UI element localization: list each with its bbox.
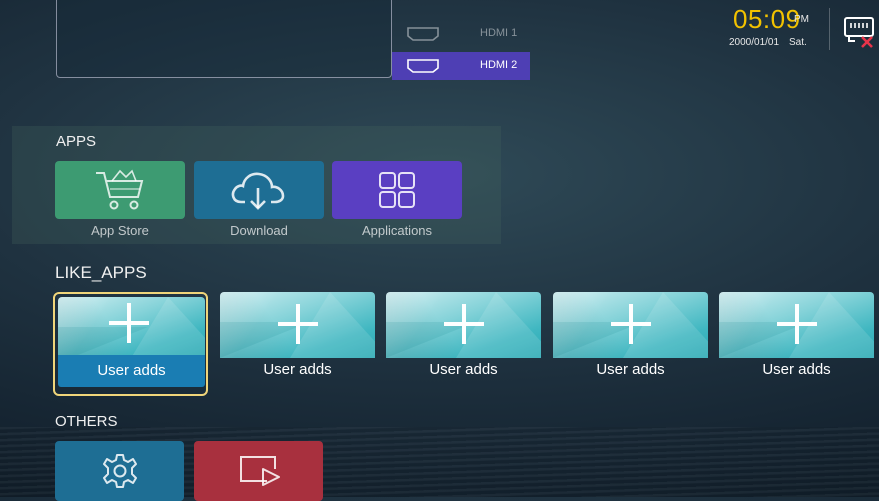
- source-list: HDMI 1 HDMI 2: [392, 20, 530, 80]
- plus-icon: [109, 303, 149, 343]
- like-app-slot-2[interactable]: User adds: [220, 292, 375, 396]
- source-label: HDMI 1: [480, 27, 518, 39]
- hdmi-port-icon: [407, 59, 439, 73]
- like-app-slot-1[interactable]: User adds: [53, 292, 208, 396]
- clock-day: Sat.: [789, 37, 807, 48]
- applications-tile[interactable]: [332, 161, 462, 219]
- status-divider: [829, 8, 830, 50]
- grid-icon: [379, 172, 415, 208]
- settings-gear-icon: [102, 454, 137, 488]
- others-section-title: OTHERS: [55, 413, 118, 430]
- media-player-icon: [239, 456, 280, 486]
- plus-icon: [278, 304, 318, 344]
- apps-section-title: APPS: [56, 133, 97, 150]
- media-player-tile[interactable]: [194, 441, 323, 501]
- like-app-label: User adds: [58, 355, 205, 387]
- clock-time: 05:09: [733, 4, 801, 34]
- plus-icon: [611, 304, 651, 344]
- source-item-hdmi2[interactable]: HDMI 2: [392, 52, 530, 80]
- app-store-tile[interactable]: [55, 161, 185, 219]
- download-tile[interactable]: [194, 161, 324, 219]
- cloud-download-icon: [231, 172, 285, 210]
- download-label: Download: [230, 223, 288, 238]
- like-app-label: User adds: [263, 361, 332, 378]
- applications-label: Applications: [361, 223, 433, 238]
- source-preview-window[interactable]: [56, 0, 392, 78]
- like-app-slot-4[interactable]: User adds: [553, 292, 708, 396]
- plus-icon: [444, 304, 484, 344]
- like-app-label: User adds: [429, 361, 498, 378]
- app-store-label: App Store: [91, 223, 149, 238]
- plus-icon: [777, 304, 817, 344]
- like-app-slot-3[interactable]: User adds: [386, 292, 541, 396]
- shopping-cart-icon: [96, 169, 144, 210]
- like-app-label: User adds: [596, 361, 665, 378]
- like-app-label: User adds: [762, 361, 831, 378]
- ethernet-disconnected-icon: [844, 17, 874, 48]
- like-apps-section-title: LIKE_APPS: [55, 263, 147, 282]
- settings-tile[interactable]: [55, 441, 184, 501]
- like-app-slot-5[interactable]: User adds: [719, 292, 874, 396]
- source-item-hdmi1[interactable]: HDMI 1: [392, 20, 530, 48]
- clock-ampm: PM: [794, 14, 809, 25]
- clock-date: 2000/01/01: [729, 37, 780, 48]
- source-label: HDMI 2: [480, 59, 518, 71]
- hdmi-port-icon: [407, 27, 439, 41]
